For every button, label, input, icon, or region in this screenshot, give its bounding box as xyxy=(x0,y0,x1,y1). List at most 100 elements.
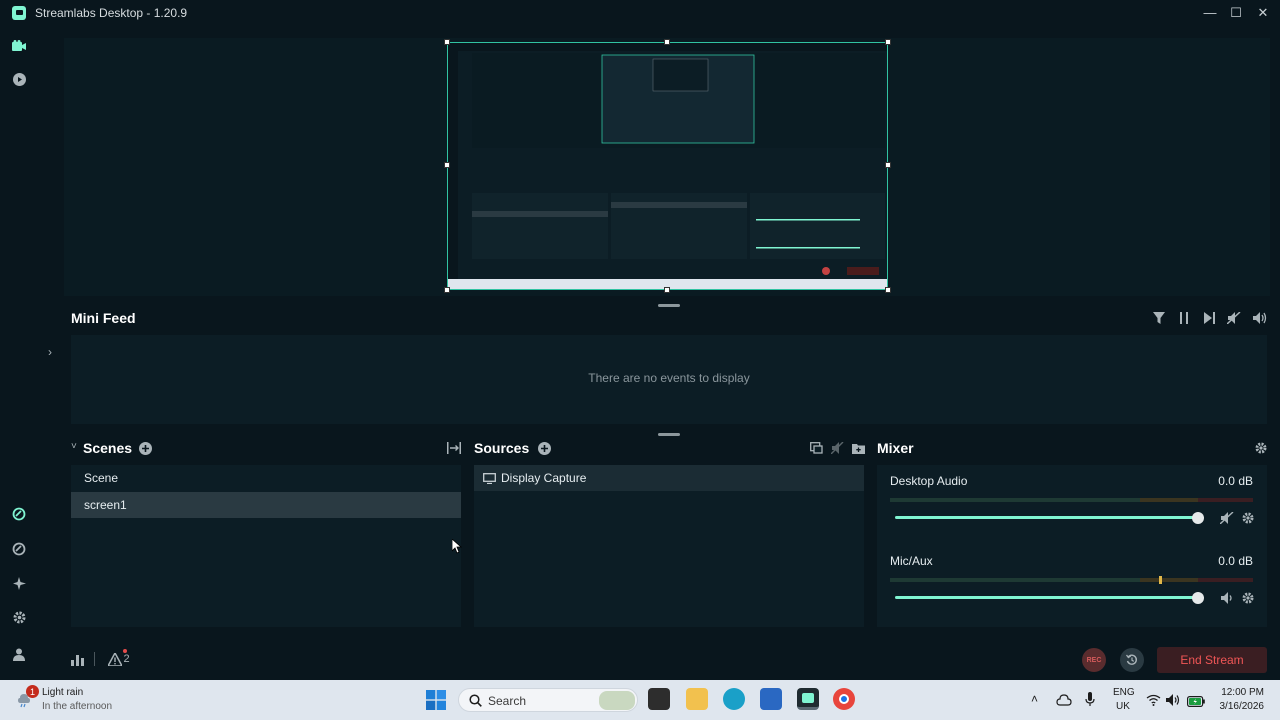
show-hidden-icons-chevron-icon[interactable]: ˄ xyxy=(1031,692,1038,706)
display-capture-preview[interactable] xyxy=(447,42,888,290)
chrome-browser-icon[interactable] xyxy=(833,688,855,710)
scene-item-scene[interactable]: Scene xyxy=(71,465,461,491)
scenes-title: Scenes xyxy=(83,440,133,456)
sparkle-icon[interactable] xyxy=(10,574,28,592)
editor-icon[interactable] xyxy=(10,37,28,55)
resize-handle-tl[interactable] xyxy=(444,39,450,45)
streamlabs-logo-icon xyxy=(12,5,26,20)
settings-gear-icon[interactable] xyxy=(10,608,28,626)
desktop-audio-volume-knob[interactable] xyxy=(1192,512,1204,524)
mic-aux-settings-icon[interactable] xyxy=(1240,590,1256,606)
maximize-button[interactable]: ☐ xyxy=(1223,0,1249,25)
feed-resize-drag-bar[interactable] xyxy=(658,433,680,436)
wifi-icon[interactable] xyxy=(1146,693,1161,711)
mute-alerts-icon[interactable] xyxy=(1226,310,1242,326)
resize-handle-l[interactable] xyxy=(444,162,450,168)
alert-count: 2 xyxy=(123,653,130,665)
volume-icon[interactable] xyxy=(1252,310,1268,326)
resize-handle-t[interactable] xyxy=(664,39,670,45)
alert-box-icon[interactable] xyxy=(10,540,28,558)
stats-chart-icon[interactable] xyxy=(69,652,85,668)
apps-icon[interactable] xyxy=(10,505,28,523)
desktop-audio-meter-red xyxy=(1198,498,1253,502)
window-title: Streamlabs Desktop - 1.20.9 xyxy=(35,5,188,20)
microphone-icon[interactable] xyxy=(1085,692,1095,712)
mixer-channel-db-desktop-audio: 0.0 dB xyxy=(1218,474,1253,488)
mic-aux-peak-marker xyxy=(1159,576,1162,584)
desktop-audio-meter-yellow xyxy=(1140,498,1198,502)
scenes-list: Scene screen1 xyxy=(71,465,461,627)
end-stream-button[interactable]: End Stream xyxy=(1157,647,1267,673)
mic-aux-volume-slider[interactable] xyxy=(895,596,1198,599)
playback-icon[interactable] xyxy=(10,70,28,88)
desktop-audio-settings-icon[interactable] xyxy=(1240,510,1256,526)
bottom-divider xyxy=(94,652,95,666)
clock-time[interactable]: 12:00 PM xyxy=(1200,687,1264,698)
resize-handle-bl[interactable] xyxy=(444,287,450,293)
mixer-channel-db-mic-aux: 0.0 dB xyxy=(1218,554,1253,568)
weather-line2[interactable]: In the afternoon xyxy=(42,701,112,712)
speaker-icon[interactable] xyxy=(1166,693,1180,711)
edge-browser-icon[interactable] xyxy=(723,688,745,710)
mic-aux-meter-yellow xyxy=(1140,578,1198,582)
desktop-audio-mute-icon[interactable] xyxy=(1219,510,1235,526)
scene-item-screen1[interactable]: screen1 xyxy=(71,492,461,518)
mic-aux-meter-red xyxy=(1198,578,1253,582)
mini-feed-title: Mini Feed xyxy=(71,310,136,326)
task-view-icon[interactable] xyxy=(648,688,670,710)
language-line2[interactable]: UK xyxy=(1113,701,1133,712)
alert-dot xyxy=(123,649,127,653)
close-button[interactable]: ✕ xyxy=(1250,0,1276,25)
replay-buffer-button[interactable] xyxy=(1120,648,1144,672)
add-source-icon[interactable] xyxy=(536,440,552,456)
mini-feed-empty-message: There are no events to display xyxy=(588,371,750,385)
microsoft-store-icon[interactable] xyxy=(760,688,782,710)
taskbar-search-box[interactable]: Search xyxy=(458,688,638,712)
weather-badge: 1 xyxy=(26,685,39,698)
source-group-icon[interactable] xyxy=(808,440,824,456)
search-icon xyxy=(469,694,482,707)
clock-date[interactable]: 3/16/2026 xyxy=(1200,701,1265,712)
mixer-channel-name-mic-aux: Mic/Aux xyxy=(890,554,933,568)
replay-icon xyxy=(1126,654,1137,665)
add-scene-icon[interactable] xyxy=(137,440,153,456)
scene-transitions-icon[interactable] xyxy=(446,440,462,456)
desktop-audio-meter-green xyxy=(890,498,1140,502)
weather-line1[interactable]: Light rain xyxy=(42,687,83,698)
resize-handle-r[interactable] xyxy=(885,162,891,168)
skip-icon[interactable] xyxy=(1201,310,1217,326)
source-audio-off-icon[interactable] xyxy=(829,440,845,456)
file-explorer-icon[interactable] xyxy=(686,688,708,710)
windows-start-icon[interactable] xyxy=(426,690,446,710)
streamlabs-taskbar-icon[interactable] xyxy=(797,688,819,710)
preview-resize-drag-bar[interactable] xyxy=(658,304,680,307)
pause-icon[interactable] xyxy=(1176,310,1192,326)
performance-alerts-icon[interactable]: 2 xyxy=(106,651,132,667)
resize-handle-tr[interactable] xyxy=(885,39,891,45)
preview-mirror-image xyxy=(448,43,887,289)
sources-title: Sources xyxy=(474,440,530,456)
resize-handle-br[interactable] xyxy=(885,287,891,293)
rec-button[interactable]: REC xyxy=(1082,648,1106,672)
source-folder-icon[interactable] xyxy=(850,440,866,456)
user-profile-icon[interactable] xyxy=(10,645,28,663)
expand-chevron-icon[interactable]: › xyxy=(42,344,58,360)
title-bar: Streamlabs Desktop - 1.20.9 xyxy=(0,0,1280,25)
mic-aux-volume-knob[interactable] xyxy=(1192,592,1204,604)
search-placeholder: Search xyxy=(488,694,527,708)
filter-icon[interactable] xyxy=(1151,310,1167,326)
minimize-button[interactable]: — xyxy=(1197,0,1223,25)
mic-aux-volume-icon[interactable] xyxy=(1219,590,1235,606)
mic-aux-meter-green xyxy=(890,578,1140,582)
sources-list: Display Capture xyxy=(474,465,864,627)
scenes-collapse-chevron-icon[interactable]: ˅ xyxy=(71,441,77,452)
mixer-settings-gear-icon[interactable] xyxy=(1253,440,1269,456)
search-highlight-image xyxy=(599,691,635,710)
mixer-panel xyxy=(877,465,1267,627)
source-item-display-capture[interactable]: Display Capture xyxy=(474,465,864,491)
resize-handle-b[interactable] xyxy=(664,287,670,293)
desktop-audio-volume-slider[interactable] xyxy=(895,516,1198,519)
monitor-icon xyxy=(483,472,496,484)
onedrive-cloud-icon[interactable] xyxy=(1056,693,1072,711)
language-line1[interactable]: ENG xyxy=(1113,687,1135,698)
